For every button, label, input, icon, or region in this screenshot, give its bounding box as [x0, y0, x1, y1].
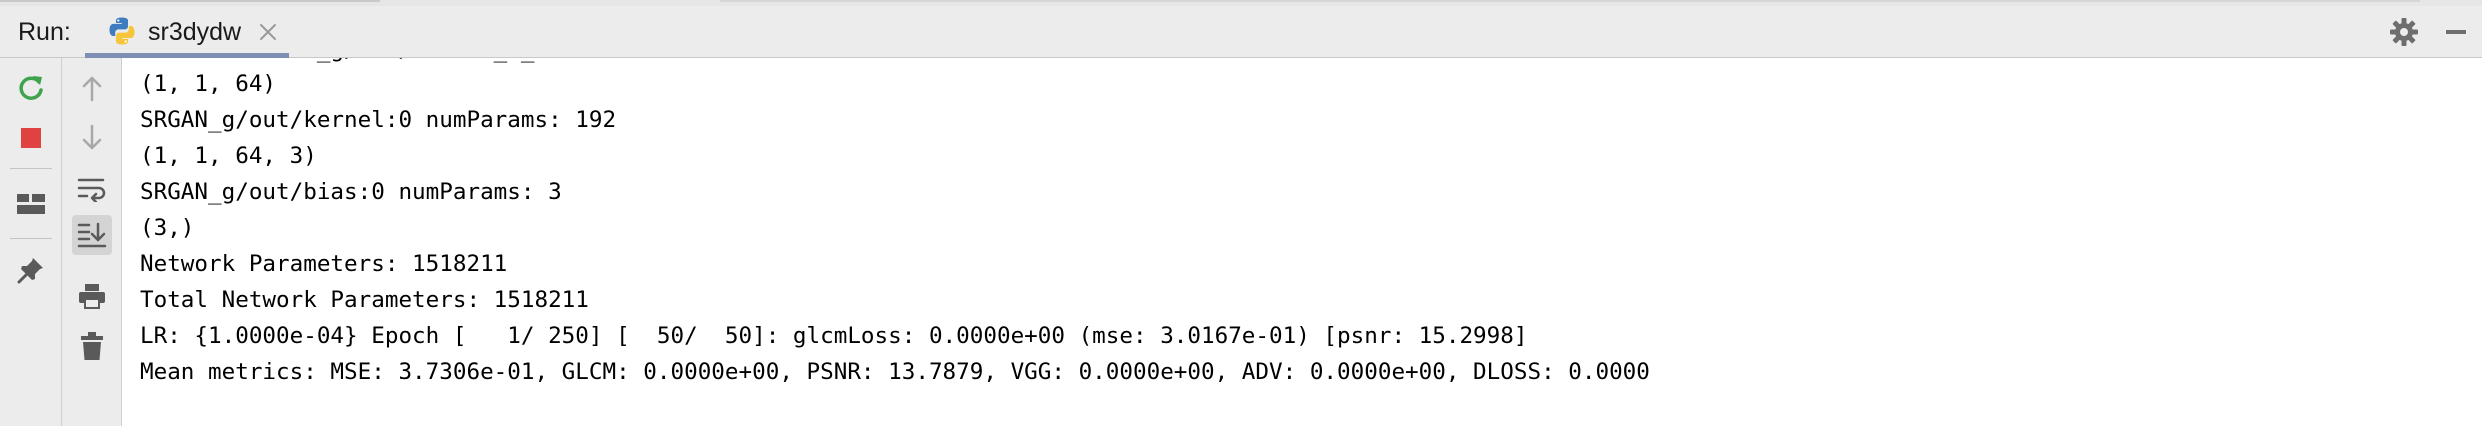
layout-button[interactable]	[11, 184, 51, 224]
soft-wrap-icon	[77, 176, 107, 202]
print-icon	[77, 282, 107, 310]
toolbar-divider	[10, 238, 52, 239]
python-icon	[107, 16, 137, 46]
gear-icon[interactable]	[2388, 16, 2420, 48]
console-line: LR: {1.0000e-04} Epoch [ 1/ 250] [ 50/ 5…	[140, 323, 1528, 349]
run-tab-sr3dydw[interactable]: sr3dydw	[85, 6, 289, 58]
layout-icon	[16, 193, 46, 215]
trash-icon	[79, 331, 105, 361]
rerun-button[interactable]	[11, 68, 51, 108]
run-label: Run:	[18, 18, 71, 46]
toolbar-divider	[10, 168, 52, 169]
run-toolbar-primary	[0, 58, 62, 426]
pin-icon	[16, 255, 46, 285]
run-panel-header: Run: sr3dydw	[0, 6, 2482, 58]
scroll-up-button[interactable]	[72, 68, 112, 108]
scroll-down-icon	[80, 124, 104, 152]
run-toolbar-secondary	[62, 58, 122, 426]
console-line: SRGAN_g/out/kernel:0 numParams: 192	[140, 107, 617, 133]
minimize-icon[interactable]	[2446, 30, 2466, 34]
console-line: (1, 1, 64)	[140, 71, 277, 97]
clear-button[interactable]	[72, 326, 112, 366]
console-line: Total Network Parameters: 1518211	[140, 287, 589, 313]
clipped-content	[720, 0, 2420, 2]
scroll-to-end-button[interactable]	[72, 215, 112, 255]
console-line: SRGAN_g/out/bias:0 numParams: 3	[140, 179, 562, 205]
clipped-content	[0, 0, 380, 2]
scroll-up-icon	[80, 74, 104, 102]
console-line: Mean metrics: MSE: 3.7306e-01, GLCM: 0.0…	[140, 359, 1650, 385]
scroll-down-button[interactable]	[72, 118, 112, 158]
pin-button[interactable]	[11, 250, 51, 290]
scroll-to-end-icon	[77, 221, 107, 249]
stop-button[interactable]	[11, 118, 51, 158]
print-button[interactable]	[72, 276, 112, 316]
console-line: (3,)	[140, 215, 195, 241]
rerun-icon	[16, 73, 46, 103]
console-line: (1, 1, 64, 3)	[140, 143, 317, 169]
stop-icon	[20, 127, 42, 149]
console-output[interactable]: SRGAN_g/out/Conv2d_W_0:0 (1, 1, 64) SRGA…	[122, 58, 2482, 426]
console-line: Network Parameters: 1518211	[140, 251, 508, 277]
close-icon[interactable]	[257, 21, 279, 43]
soft-wrap-button[interactable]	[72, 169, 112, 209]
tab-title: sr3dydw	[148, 18, 242, 46]
